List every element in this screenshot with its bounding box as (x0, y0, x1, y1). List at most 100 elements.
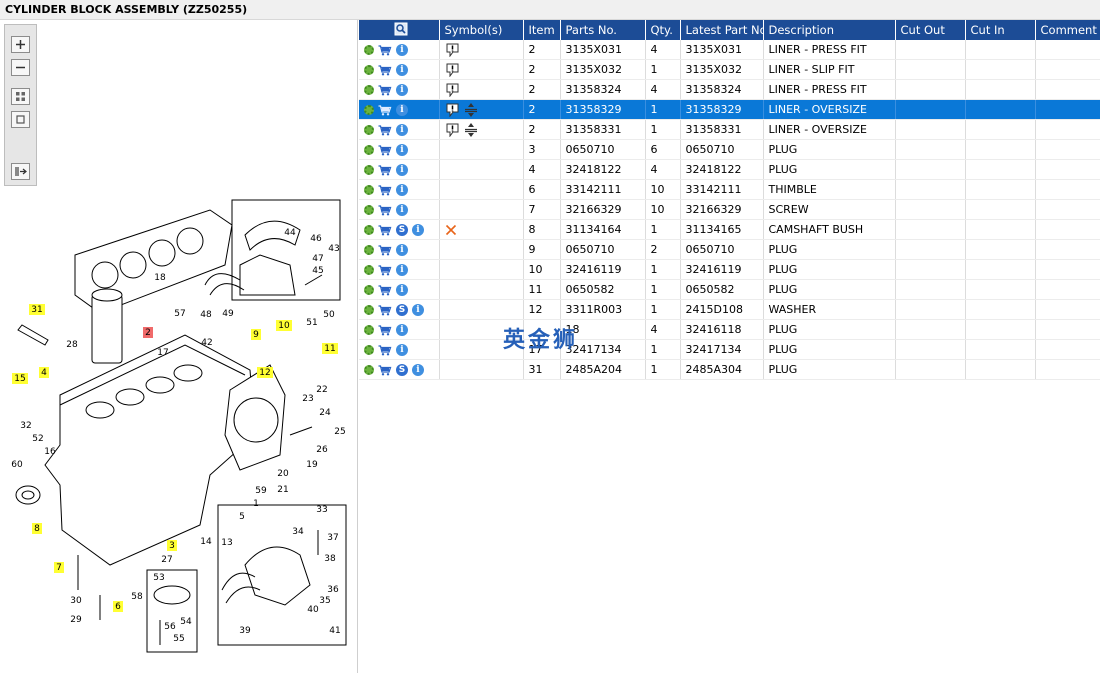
callout-57[interactable]: 57 (174, 309, 185, 319)
info-icon[interactable]: i (396, 144, 408, 156)
cart-icon[interactable] (378, 224, 392, 236)
note-pin-icon[interactable] (445, 83, 460, 97)
cell-cut-in[interactable] (965, 219, 1036, 240)
gear-icon[interactable] (364, 125, 374, 135)
cell-cut-in[interactable] (965, 339, 1036, 360)
cart-icon[interactable] (378, 184, 392, 196)
callout-17[interactable]: 17 (157, 348, 168, 358)
info-icon[interactable]: i (396, 284, 408, 296)
column-header-cut-in[interactable]: Cut In (965, 20, 1036, 40)
gear-icon[interactable] (364, 205, 374, 215)
callout-27[interactable]: 27 (161, 555, 172, 565)
gear-icon[interactable] (364, 245, 374, 255)
callout-46[interactable]: 46 (310, 234, 322, 244)
info-icon[interactable]: i (396, 324, 408, 336)
callout-35[interactable]: 35 (319, 596, 330, 606)
callout-11[interactable]: 11 (322, 343, 338, 354)
callout-16[interactable]: 16 (44, 447, 56, 457)
callout-26[interactable]: 26 (316, 445, 328, 455)
cart-icon[interactable] (378, 124, 392, 136)
column-header-qty[interactable]: Qty. (645, 20, 681, 40)
cell-cut-in[interactable] (965, 179, 1036, 200)
callout-14[interactable]: 14 (200, 537, 212, 547)
callout-32[interactable]: 32 (20, 421, 31, 431)
cell-comment[interactable] (1035, 99, 1100, 120)
callout-53[interactable]: 53 (153, 573, 164, 583)
column-header-description[interactable]: Description (763, 20, 896, 40)
info-icon[interactable]: i (396, 124, 408, 136)
table-row[interactable]: Si 12 3311R003 1 2415D108 WASHER (359, 299, 1100, 320)
cell-comment[interactable] (1035, 339, 1100, 360)
cell-cut-out[interactable] (895, 259, 966, 280)
gear-icon[interactable] (364, 285, 374, 295)
callout-45[interactable]: 45 (312, 266, 323, 276)
cell-cut-out[interactable] (895, 139, 966, 160)
gear-icon[interactable] (364, 365, 374, 375)
callout-43[interactable]: 43 (328, 244, 339, 254)
callout-18[interactable]: 18 (154, 273, 166, 283)
service-s-icon[interactable]: S (396, 364, 408, 376)
callout-40[interactable]: 40 (307, 605, 319, 615)
callout-51[interactable]: 51 (306, 318, 317, 328)
cart-icon[interactable] (378, 364, 392, 376)
cell-cut-out[interactable] (895, 79, 966, 100)
cell-cut-in[interactable] (965, 99, 1036, 120)
table-row[interactable]: i 9 0650710 2 0650710 PLUG (359, 239, 1100, 260)
table-row[interactable]: i 6 33142111 10 33142111 THIMBLE (359, 179, 1100, 200)
cell-cut-out[interactable] (895, 239, 966, 260)
cell-comment[interactable] (1035, 259, 1100, 280)
gear-icon[interactable] (364, 265, 374, 275)
column-header-comment[interactable]: Comment (1035, 20, 1100, 40)
gear-icon[interactable] (364, 165, 374, 175)
callout-52[interactable]: 52 (32, 434, 43, 444)
callout-31[interactable]: 31 (29, 304, 45, 315)
cell-comment[interactable] (1035, 219, 1100, 240)
table-row[interactable]: i 10 32416119 1 32416119 PLUG (359, 259, 1100, 280)
cart-icon[interactable] (378, 104, 392, 116)
callout-41[interactable]: 41 (329, 626, 340, 636)
cart-icon[interactable] (378, 264, 392, 276)
table-row[interactable]: Si 31 2485A204 1 2485A304 PLUG (359, 359, 1100, 380)
cell-cut-in[interactable] (965, 199, 1036, 220)
info-icon[interactable]: i (396, 184, 408, 196)
cell-cut-in[interactable] (965, 279, 1036, 300)
cart-icon[interactable] (378, 304, 392, 316)
callout-42[interactable]: 42 (201, 338, 212, 348)
callout-56[interactable]: 56 (164, 622, 176, 632)
callout-29[interactable]: 29 (70, 615, 82, 625)
callout-1[interactable]: 1 (253, 499, 259, 509)
cell-comment[interactable] (1035, 59, 1100, 80)
callout-47[interactable]: 47 (312, 254, 323, 264)
cart-icon[interactable] (378, 44, 392, 56)
callout-4[interactable]: 4 (39, 367, 49, 378)
callout-59[interactable]: 59 (255, 486, 267, 496)
cart-icon[interactable] (378, 324, 392, 336)
cart-icon[interactable] (378, 64, 392, 76)
callout-15[interactable]: 15 (12, 373, 28, 384)
zoom-out-button[interactable] (11, 59, 30, 76)
callout-48[interactable]: 48 (200, 310, 212, 320)
callout-30[interactable]: 30 (70, 596, 82, 606)
callout-44[interactable]: 44 (284, 228, 296, 238)
info-icon[interactable]: i (396, 64, 408, 76)
cell-comment[interactable] (1035, 119, 1100, 140)
cell-cut-in[interactable] (965, 259, 1036, 280)
callout-9[interactable]: 9 (251, 329, 261, 340)
gear-icon[interactable] (364, 325, 374, 335)
callout-39[interactable]: 39 (239, 626, 251, 636)
callout-54[interactable]: 54 (180, 617, 192, 627)
gear-icon[interactable] (364, 65, 374, 75)
cell-cut-out[interactable] (895, 99, 966, 120)
cart-icon[interactable] (378, 164, 392, 176)
exploded-parts-diagram[interactable]: 312572817910114151218444643474548 4942515… (0, 195, 357, 665)
callout-21[interactable]: 21 (277, 485, 288, 495)
zoom-in-button[interactable] (11, 36, 30, 53)
cell-cut-out[interactable] (895, 199, 966, 220)
cell-comment[interactable] (1035, 239, 1100, 260)
gear-icon[interactable] (364, 225, 374, 235)
table-row[interactable]: i 2 3135X032 1 3135X032 LINER - SLIP FIT (359, 59, 1100, 80)
table-row[interactable]: Si 8 31134164 1 31134165 CAMSHAFT BUSH (359, 219, 1100, 240)
cart-icon[interactable] (378, 204, 392, 216)
table-row[interactable]: i 2 31358324 4 31358324 LINER - PRESS FIT (359, 79, 1100, 100)
column-header-latest-part-no[interactable]: Latest Part No. (680, 20, 764, 40)
